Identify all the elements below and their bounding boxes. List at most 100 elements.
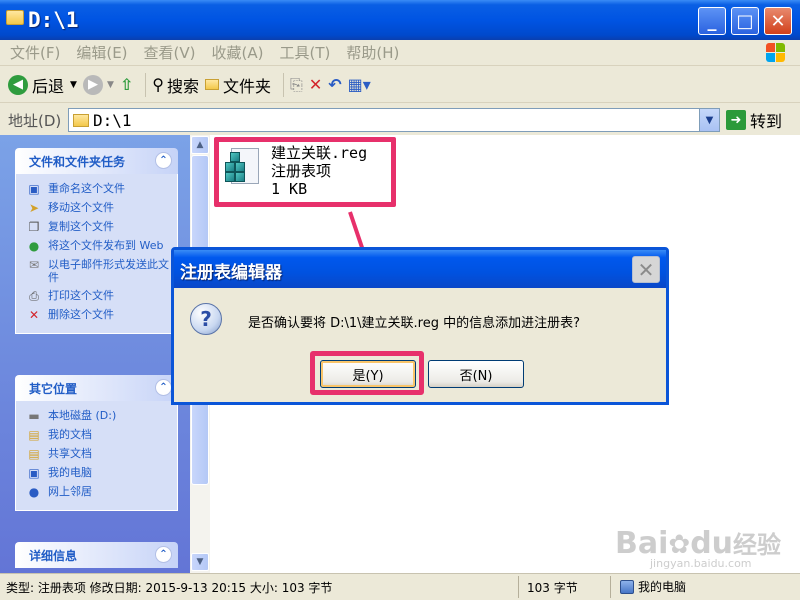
- details-title: 详细信息: [29, 548, 78, 563]
- watermark-cn: 经验: [733, 531, 782, 559]
- task-move[interactable]: ➤ 移动这个文件: [26, 201, 171, 215]
- file-name: 建立关联.reg: [271, 144, 368, 162]
- file-tasks-header[interactable]: 文件和文件夹任务 ⌃: [15, 148, 178, 174]
- address-label: 地址(D): [8, 112, 62, 130]
- window-titlebar: D:\1 _ □ ✕: [0, 0, 800, 40]
- place-label: 共享文档: [48, 447, 92, 460]
- scroll-up-icon[interactable]: ▲: [191, 136, 209, 154]
- rename-icon: ▣: [28, 182, 40, 196]
- network-icon: ●: [28, 485, 40, 499]
- task-print[interactable]: ⎙ 打印这个文件: [26, 289, 171, 303]
- folders-button[interactable]: 文件夹: [205, 73, 271, 97]
- task-publish-web[interactable]: ● 将这个文件发布到 Web: [26, 239, 171, 253]
- status-zone: 我的电脑: [620, 578, 686, 595]
- status-divider: [610, 576, 611, 598]
- copy-icon: ❐: [28, 220, 40, 234]
- minimize-button[interactable]: _: [698, 7, 726, 35]
- other-places-panel: 其它位置 ⌃ ▬ 本地磁盘 (D:) ▤ 我的文档 ▤ 共享文档 ▣ 我的电脑 ● 网上邻…: [15, 375, 178, 511]
- task-label: 删除这个文件: [48, 308, 114, 321]
- place-shared-documents[interactable]: ▤ 共享文档: [26, 447, 171, 461]
- watermark-brand: Bai: [615, 526, 669, 561]
- task-label: 复制这个文件: [48, 220, 114, 233]
- scroll-down-icon[interactable]: ▼: [191, 553, 209, 571]
- watermark-url: jingyan.baidu.com: [650, 557, 752, 570]
- close-button[interactable]: ✕: [764, 7, 792, 35]
- views-icon[interactable]: ▦▾: [348, 75, 371, 94]
- dialog-message: 是否确认要将 D:\1\建立关联.reg 中的信息添加进注册表?: [248, 316, 581, 331]
- task-label: 移动这个文件: [48, 201, 114, 214]
- place-local-disk[interactable]: ▬ 本地磁盘 (D:): [26, 409, 171, 423]
- other-places-title: 其它位置: [29, 381, 78, 396]
- place-label: 我的文档: [48, 428, 92, 441]
- go-button[interactable]: ➜ 转到: [726, 108, 782, 132]
- task-label: 打印这个文件: [48, 289, 114, 302]
- menu-edit[interactable]: 编辑(E): [76, 42, 127, 63]
- task-label: 重命名这个文件: [48, 182, 125, 195]
- back-arrow-icon: ◀: [8, 74, 28, 95]
- place-label: 本地磁盘 (D:): [48, 409, 117, 422]
- back-label: 后退: [32, 76, 65, 96]
- back-button[interactable]: ◀ 后退 ▼: [8, 73, 77, 97]
- yes-button[interactable]: 是(Y): [320, 360, 416, 388]
- file-tasks-title: 文件和文件夹任务: [29, 154, 126, 169]
- watermark-brand2: du: [690, 526, 734, 561]
- maximize-button[interactable]: □: [731, 7, 759, 35]
- address-path: D:\1: [93, 110, 132, 130]
- undo-icon[interactable]: ↶: [328, 75, 341, 94]
- go-label: 转到: [750, 112, 783, 131]
- address-dropdown-icon[interactable]: ▼: [699, 109, 719, 131]
- place-network[interactable]: ● 网上邻居: [26, 485, 171, 499]
- task-copy[interactable]: ❐ 复制这个文件: [26, 220, 171, 234]
- details-panel: 详细信息 ⌃: [15, 542, 178, 568]
- toolbar-divider: [145, 72, 147, 97]
- collapse-icon[interactable]: ⌃: [155, 379, 172, 396]
- question-icon: ?: [190, 303, 222, 335]
- menu-help[interactable]: 帮助(H): [346, 42, 399, 63]
- task-rename[interactable]: ▣ 重命名这个文件: [26, 182, 171, 196]
- address-bar: 地址(D) D:\1 ▼ ➜ 转到: [0, 104, 800, 134]
- search-button[interactable]: ⚲ 搜索: [152, 73, 199, 97]
- details-header[interactable]: 详细信息 ⌃: [15, 542, 178, 568]
- move-to-icon[interactable]: ⎘: [290, 75, 303, 95]
- dialog-close-button[interactable]: ✕: [632, 256, 660, 283]
- back-dropdown-icon[interactable]: ▼: [70, 80, 77, 90]
- toolbar-divider: [283, 72, 285, 97]
- search-icon: ⚲: [152, 75, 164, 94]
- search-label: 搜索: [166, 76, 199, 96]
- menu-view[interactable]: 查看(V): [144, 42, 196, 63]
- up-folder-icon[interactable]: ⇧: [120, 75, 133, 94]
- forward-button[interactable]: ▶ ▼: [82, 74, 114, 95]
- other-places-header[interactable]: 其它位置 ⌃: [15, 375, 178, 401]
- window-title: D:\1: [28, 8, 79, 32]
- file-size: 1 KB: [271, 180, 308, 198]
- delete-icon[interactable]: ✕: [309, 75, 322, 94]
- menu-bar: 文件(F) 编辑(E) 查看(V) 收藏(A) 工具(T) 帮助(H): [0, 40, 800, 66]
- task-label: 将这个文件发布到 Web: [48, 239, 164, 252]
- dialog-title: 注册表编辑器: [180, 263, 282, 283]
- registry-editor-dialog: 注册表编辑器 ✕ ? 是否确认要将 D:\1\建立关联.reg 中的信息添加进注…: [171, 247, 669, 405]
- status-size: 103 字节: [527, 581, 578, 595]
- place-my-computer[interactable]: ▣ 我的电脑: [26, 466, 171, 480]
- forward-dropdown-icon[interactable]: ▼: [107, 80, 114, 90]
- dialog-titlebar: 注册表编辑器 ✕: [174, 250, 666, 288]
- forward-arrow-icon: ▶: [82, 74, 103, 95]
- email-icon: ✉: [28, 258, 40, 272]
- shared-folder-icon: ▤: [28, 447, 40, 461]
- file-item-reg[interactable]: 建立关联.reg 注册表项 1 KB: [214, 137, 396, 207]
- task-delete[interactable]: ✕ 删除这个文件: [26, 308, 171, 322]
- collapse-icon[interactable]: ⌃: [155, 152, 172, 169]
- address-input[interactable]: D:\1 ▼: [68, 108, 720, 132]
- folders-icon: [205, 79, 219, 90]
- collapse-icon[interactable]: ⌃: [155, 546, 172, 563]
- menu-file[interactable]: 文件(F): [10, 42, 60, 63]
- menu-tools[interactable]: 工具(T): [279, 42, 330, 63]
- windows-logo-icon: [766, 43, 786, 63]
- delete-icon: ✕: [28, 308, 40, 322]
- place-my-documents[interactable]: ▤ 我的文档: [26, 428, 171, 442]
- menu-favorites[interactable]: 收藏(A): [212, 42, 264, 63]
- folder-icon: [6, 10, 24, 25]
- no-button[interactable]: 否(N): [428, 360, 524, 388]
- folder-icon: [73, 113, 89, 127]
- print-icon: ⎙: [29, 289, 39, 303]
- task-email[interactable]: ✉ 以电子邮件形式发送此文件: [26, 258, 171, 284]
